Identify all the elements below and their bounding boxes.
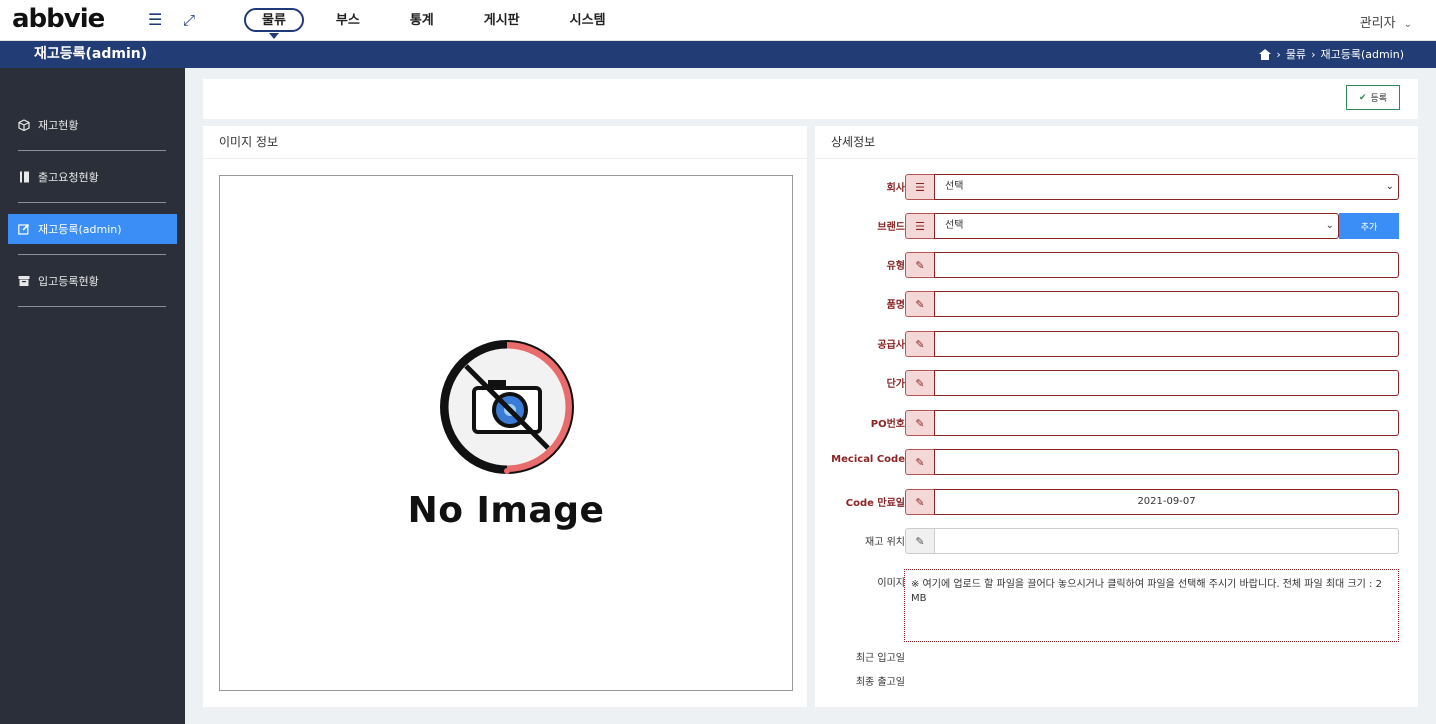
breadcrumb: › 물류 › 재고등록(admin) [1259, 47, 1404, 62]
type-label: 유형 [886, 261, 905, 272]
sidebar-divider [18, 254, 166, 255]
supplier-row: 공급사 ✎ [815, 331, 1418, 357]
sidebar-item-label: 재고등록(admin) [38, 223, 122, 236]
sidebar-divider [18, 306, 166, 307]
code-expiry-label: Code 만료일 [845, 498, 905, 509]
list-icon: ☰ [905, 213, 934, 239]
no-image-text: No Image [407, 490, 605, 531]
price-input[interactable] [934, 370, 1399, 396]
medical-code-label: Mecical Code [831, 454, 905, 465]
brand-label: 브랜드 [877, 222, 905, 233]
sidebar-item-label: 출고요청현황 [38, 171, 99, 184]
sidebar-item-outbound-request[interactable]: 출고요청현황 [8, 162, 177, 192]
chevron-down-icon: ⌄ [1385, 181, 1394, 192]
sidebar-item-inventory-status[interactable]: 재고현황 [8, 110, 177, 140]
home-icon[interactable] [1259, 49, 1272, 60]
sidebar-item-label: 재고현황 [38, 119, 79, 132]
fullscreen-icon[interactable]: ⤢ [183, 10, 195, 30]
brand-row: 브랜드 ☰ 선택 ⌄ 추가 [815, 213, 1418, 239]
company-select-value: 선택 [945, 181, 964, 192]
po-row: PO번호 ✎ [815, 410, 1418, 436]
box-icon [18, 119, 30, 131]
po-label: PO번호 [870, 419, 905, 430]
menu-item-booth[interactable]: 부스 [318, 8, 378, 32]
recent-inbound-label: 최근 입고일 [855, 653, 905, 664]
sidebar-divider [18, 202, 166, 203]
register-button[interactable]: ✔ 등록 [1346, 85, 1400, 110]
sidebar: 재고현황 출고요청현황 재고등록(admin) 입고등록현황 [0, 68, 185, 724]
company-select[interactable]: 선택 ⌄ [934, 174, 1399, 200]
last-outbound-label: 최종 출고일 [855, 677, 905, 688]
pencil-icon: ✎ [905, 410, 934, 436]
breadcrumb-item-logistics[interactable]: 물류 [1286, 47, 1306, 62]
check-icon: ✔ [1358, 92, 1367, 103]
list-icon: ☰ [905, 174, 934, 200]
user-menu[interactable]: 관리자 ⌄ [1360, 12, 1412, 31]
supplier-label: 공급사 [877, 340, 905, 351]
location-row: 재고 위치 ✎ [815, 528, 1418, 554]
pencil-icon: ✎ [905, 489, 934, 515]
sidebar-item-inbound-status[interactable]: 입고등록현황 [8, 266, 177, 296]
register-button-label: 등록 [1370, 94, 1388, 104]
menu-item-board[interactable]: 게시판 [466, 8, 538, 32]
pencil-icon: ✎ [905, 252, 934, 278]
pencil-icon: ✎ [905, 331, 934, 357]
menu-item-logistics[interactable]: 물류 [244, 8, 304, 39]
pencil-icon: ✎ [905, 449, 934, 475]
type-input[interactable] [934, 252, 1399, 278]
detail-info-panel: 상세정보 회사 ☰ 선택 ⌄ 브랜드 ☰ 선택 ⌄ 추가 유형 ✎ 품명 ✎ 공… [815, 126, 1418, 707]
company-label: 회사 [886, 183, 905, 194]
menu-item-system[interactable]: 시스템 [552, 8, 624, 32]
location-input[interactable] [934, 528, 1399, 554]
main-menu: 물류 부스 통계 게시판 시스템 [244, 8, 638, 39]
image-info-panel: 이미지 정보 No Image [203, 126, 807, 707]
menu-item-statistics[interactable]: 통계 [392, 8, 452, 32]
price-label: 단가 [886, 379, 905, 390]
pencil-icon: ✎ [905, 528, 934, 554]
edit-icon [18, 223, 30, 235]
brand-select-value: 선택 [945, 220, 964, 231]
price-row: 단가 ✎ [815, 370, 1418, 396]
medical-code-row: Mecical Code ✎ [815, 449, 1418, 475]
product-label: 품명 [886, 300, 905, 311]
detail-panel-title: 상세정보 [815, 126, 1418, 159]
sidebar-item-inventory-register[interactable]: 재고등록(admin) [8, 214, 177, 244]
image-preview[interactable]: No Image [219, 175, 793, 691]
hamburger-menu-icon[interactable]: ☰ [148, 10, 162, 30]
company-row: 회사 ☰ 선택 ⌄ [815, 174, 1418, 200]
abbvie-logo[interactable]: abbvie [12, 4, 105, 34]
page-title: 재고등록(admin) [34, 46, 148, 62]
pencil-icon: ✎ [905, 370, 934, 396]
sidebar-divider [18, 150, 166, 151]
sidebar-item-label: 입고등록현황 [38, 275, 99, 288]
location-label: 재고 위치 [865, 537, 905, 548]
code-expiry-row: Code 만료일 ✎ 2021-09-07 [815, 489, 1418, 515]
image-upload-label: 이미지 [877, 578, 905, 589]
chevron-right-icon: › [1311, 48, 1316, 61]
chevron-right-icon: › [1276, 48, 1281, 61]
file-dropzone[interactable]: ※ 여기에 업로드 할 파일을 끌어다 놓으시거나 클릭하여 파일을 선택해 주… [904, 569, 1399, 642]
book-icon [18, 171, 30, 183]
product-row: 품명 ✎ [815, 291, 1418, 317]
chevron-down-icon: ⌄ [1403, 19, 1412, 30]
brand-select[interactable]: 선택 ⌄ [934, 213, 1339, 239]
no-camera-icon [440, 340, 574, 474]
pencil-icon: ✎ [905, 291, 934, 317]
type-row: 유형 ✎ [815, 252, 1418, 278]
product-input[interactable] [934, 291, 1399, 317]
chevron-down-icon: ⌄ [1325, 220, 1334, 231]
code-expiry-input[interactable]: 2021-09-07 [934, 489, 1399, 515]
page-title-bar: 재고등록(admin) › 물류 › 재고등록(admin) [0, 41, 1436, 68]
user-name: 관리자 [1359, 16, 1396, 31]
add-brand-button[interactable]: 추가 [1339, 213, 1399, 239]
supplier-input[interactable] [934, 331, 1399, 357]
action-bar: ✔ 등록 [203, 79, 1418, 119]
breadcrumb-item-current: 재고등록(admin) [1320, 48, 1404, 61]
image-panel-title: 이미지 정보 [203, 126, 807, 159]
top-navbar: abbvie ☰ ⤢ 물류 부스 통계 게시판 시스템 관리자 ⌄ [0, 0, 1436, 41]
archive-icon [18, 275, 30, 287]
po-input[interactable] [934, 410, 1399, 436]
medical-code-input[interactable] [934, 449, 1399, 475]
